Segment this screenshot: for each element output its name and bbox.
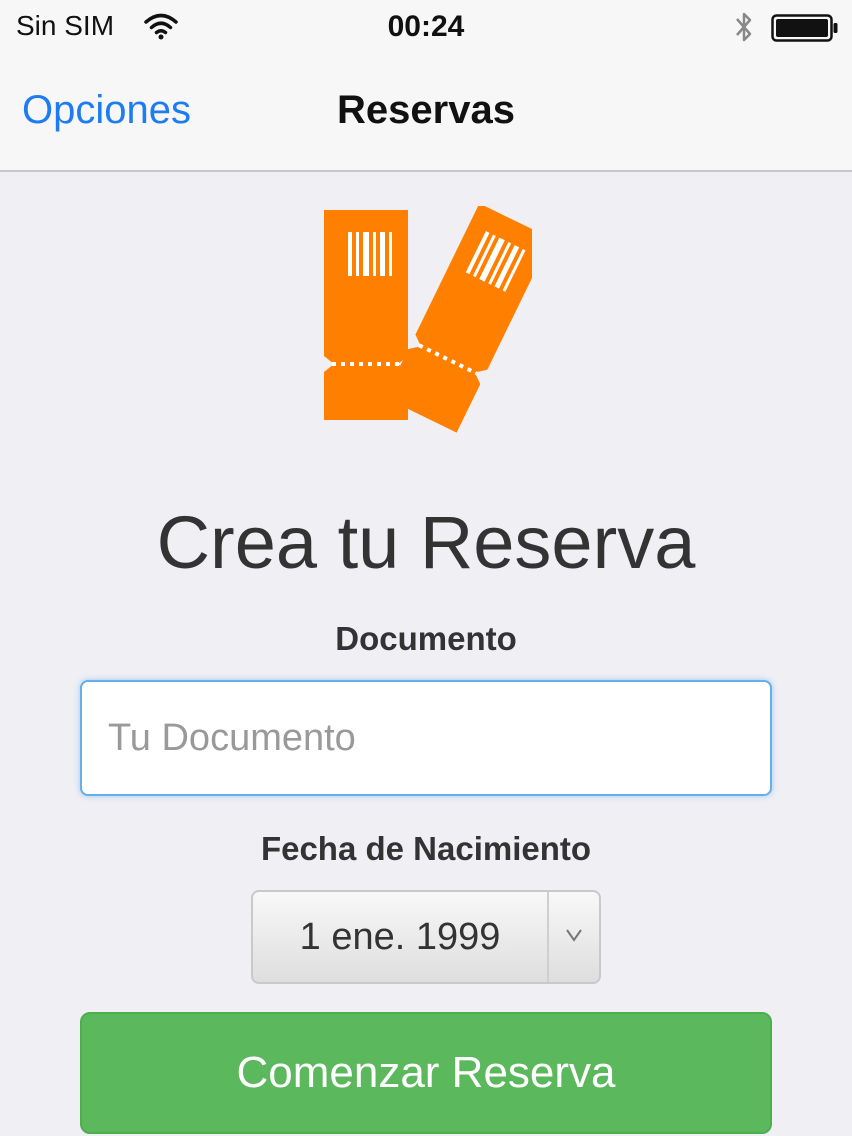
chevron-down-icon xyxy=(566,929,582,942)
page-title: Reservas xyxy=(337,88,515,132)
battery-icon xyxy=(771,14,838,42)
select-divider xyxy=(547,892,549,982)
birthdate-select[interactable]: 1 ene. 1999 xyxy=(251,890,601,984)
status-bar: Sin SIM 00:24 xyxy=(0,0,852,54)
create-booking-heading: Crea tu Reserva xyxy=(156,501,696,584)
start-booking-button[interactable]: Comenzar Reserva xyxy=(80,1012,772,1134)
tickets-icon xyxy=(324,206,532,433)
document-input[interactable] xyxy=(80,680,772,796)
document-label: Documento xyxy=(335,620,517,657)
birthdate-label: Fecha de Nacimiento xyxy=(260,830,592,867)
navigation-bar: Opciones Reservas xyxy=(0,54,852,172)
clock: 00:24 xyxy=(387,10,465,43)
birthdate-value: 1 ene. 1999 xyxy=(299,916,501,958)
bluetooth-icon xyxy=(736,12,752,42)
